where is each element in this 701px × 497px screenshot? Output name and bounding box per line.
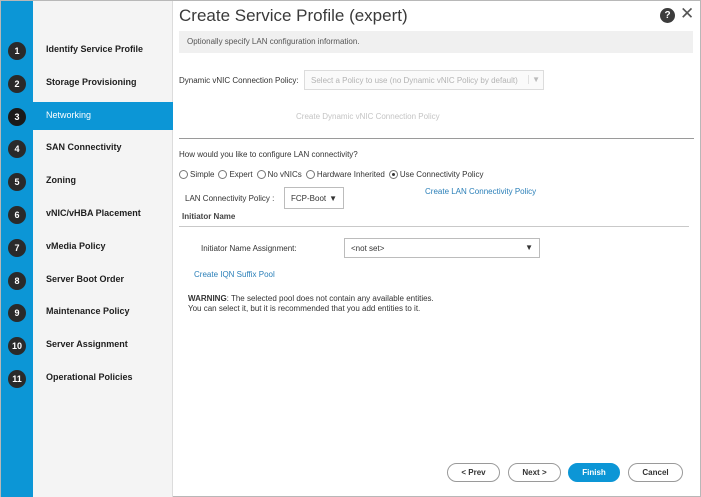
warning-line2: You can select it, but it is recommended… [188, 304, 421, 313]
step-number: 2 [8, 75, 26, 93]
section-divider [179, 138, 694, 139]
wizard-step-2[interactable]: 2 Storage Provisioning [1, 69, 173, 97]
chevron-down-icon: ▼ [525, 243, 533, 252]
wizard-step-9[interactable]: 9 Maintenance Policy [1, 298, 173, 326]
step-label: Server Assignment [46, 339, 128, 349]
lan-option-no-vnics[interactable]: No vNICs [256, 166, 302, 184]
chevron-down-icon: ▼ [329, 194, 337, 203]
step-number: 3 [8, 108, 26, 126]
lan-policy-label: LAN Connectivity Policy : [185, 194, 275, 203]
wizard-step-8[interactable]: 8 Server Boot Order [1, 266, 173, 294]
step-number: 10 [8, 337, 26, 355]
warning-label: WARNING [188, 294, 227, 303]
radio-label: No vNICs [267, 170, 302, 180]
wizard-step-1[interactable]: 1 Identify Service Profile [1, 36, 173, 64]
lan-option-expert[interactable]: Expert [218, 166, 253, 184]
wizard-step-6[interactable]: 6 vNIC/vHBA Placement [1, 200, 173, 228]
step-number: 1 [8, 42, 26, 60]
wizard-step-4[interactable]: 4 SAN Connectivity [1, 134, 173, 162]
step-label: Maintenance Policy [46, 306, 130, 316]
radio-label: Simple [190, 170, 215, 180]
radio-icon [179, 170, 188, 180]
step-label: SAN Connectivity [46, 142, 122, 152]
dynamic-vnic-select[interactable]: Select a Policy to use (no Dynamic vNIC … [304, 70, 544, 90]
dynamic-vnic-label: Dynamic vNIC Connection Policy: [179, 76, 299, 85]
wizard-step-11[interactable]: 11 Operational Policies [1, 364, 173, 392]
radio-icon [388, 170, 398, 180]
initiator-assignment-label: Initiator Name Assignment: [201, 244, 297, 253]
finish-button[interactable]: Finish [568, 463, 620, 482]
step-number: 7 [8, 239, 26, 257]
create-dynamic-vnic-link: Create Dynamic vNIC Connection Policy [296, 112, 440, 121]
wizard-sidebar: 1 Identify Service Profile 2 Storage Provis… [1, 1, 173, 497]
close-icon[interactable]: ✕ [680, 5, 694, 23]
radio-icon [305, 170, 315, 180]
initiator-section-title: Initiator Name [182, 212, 236, 221]
cancel-button[interactable]: Cancel [628, 463, 683, 482]
create-iqn-pool-link[interactable]: Create IQN Suffix Pool [194, 270, 275, 279]
lan-question: How would you like to configure LAN conn… [179, 150, 358, 159]
lan-option-simple[interactable]: Simple [179, 166, 214, 184]
step-label: Operational Policies [46, 372, 133, 382]
dynamic-vnic-placeholder: Select a Policy to use (no Dynamic vNIC … [311, 76, 518, 85]
warning-line1: : The selected pool does not contain any… [226, 294, 434, 303]
radio-icon [218, 170, 228, 180]
step-label: Storage Provisioning [46, 77, 137, 87]
next-button[interactable]: Next > [508, 463, 561, 482]
dialog-title: Create Service Profile (expert) [179, 6, 408, 25]
dialog-window: 1 Identify Service Profile 2 Storage Provis… [0, 0, 701, 497]
radio-label: Expert [229, 170, 253, 180]
wizard-step-10[interactable]: 10 Server Assignment [1, 331, 173, 359]
lan-option-use-connectivity-policy[interactable]: Use Connectivity Policy [388, 166, 484, 184]
create-lan-policy-link[interactable]: Create LAN Connectivity Policy [425, 187, 536, 196]
lan-policy-select[interactable]: FCP-Boot ▼ [284, 187, 344, 209]
step-label: Server Boot Order [46, 274, 125, 284]
radio-label: Hardware Inherited [316, 170, 385, 180]
lan-option-hardware-inherited[interactable]: Hardware Inherited [305, 166, 385, 184]
initiator-assignment-select[interactable]: <not set> ▼ [344, 238, 540, 258]
step-label: vNIC/vHBA Placement [46, 208, 141, 218]
pool-warning: WARNING: The selected pool does not cont… [188, 294, 434, 314]
lan-policy-value: FCP-Boot [291, 194, 327, 203]
step-label: Networking [46, 110, 92, 120]
step-number: 4 [8, 140, 26, 158]
step-number: 6 [8, 206, 26, 224]
step-number: 5 [8, 173, 26, 191]
step-number: 9 [8, 304, 26, 322]
step-number: 11 [8, 370, 26, 388]
wizard-step-7[interactable]: 7 vMedia Policy [1, 233, 173, 261]
wizard-step-5[interactable]: 5 Zoning [1, 167, 173, 195]
prev-button[interactable]: < Prev [447, 463, 500, 482]
step-label: Zoning [46, 175, 76, 185]
info-text: Optionally specify LAN configuration inf… [187, 37, 360, 46]
initiator-assignment-value: <not set> [351, 244, 385, 253]
step-label: vMedia Policy [46, 241, 106, 251]
step-number: 8 [8, 272, 26, 290]
wizard-step-3[interactable]: 3 Networking [1, 102, 173, 130]
info-banner: Optionally specify LAN configuration inf… [179, 31, 693, 53]
radio-label: Use Connectivity Policy [399, 170, 484, 180]
radio-icon [256, 170, 266, 180]
chevron-down-icon: ▼ [528, 75, 540, 84]
lan-connectivity-options: Simple Expert No vNICs Hardware Inherited Us… [179, 166, 487, 180]
step-label: Identify Service Profile [46, 44, 144, 54]
help-icon[interactable]: ? [660, 8, 675, 23]
initiator-divider [179, 226, 689, 227]
